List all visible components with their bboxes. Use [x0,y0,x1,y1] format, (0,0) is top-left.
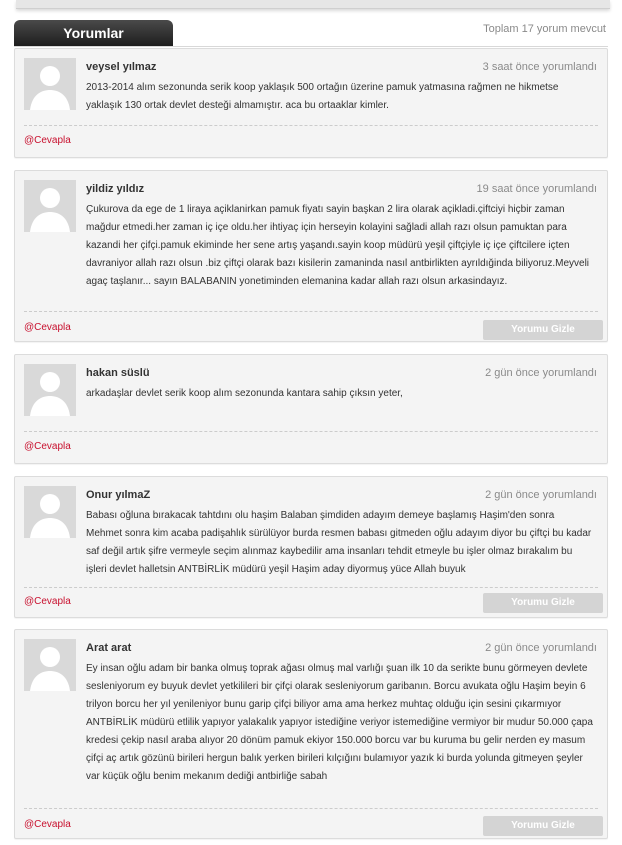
comment-text: arkadaşlar devlet serik koop alım sezonu… [86,388,403,399]
comments-title: Yorumlar [63,25,124,41]
user-placeholder-icon [24,639,76,691]
comment-card: hakan süslü 2 gün önce yorumlandı arkada… [14,354,608,464]
user-placeholder-icon [24,486,76,538]
comment-author: yildiz yıldız [86,183,145,195]
comment-divider [24,808,598,809]
comment-divider [24,587,598,588]
comment-time: 2 gün önce yorumlandı [485,642,597,654]
comment-author: Onur yılmaZ [86,489,151,501]
avatar [24,180,76,232]
hide-comment-button[interactable]: Yorumu Gizle [483,593,603,613]
comment-text: 2013-2014 alım sezonunda serik koop yakl… [86,82,559,111]
comment-text: Ey insan oğlu adam bir banka olmuş topra… [86,663,593,782]
comment-time: 2 gün önce yorumlandı [485,367,597,379]
reply-link[interactable]: @Cevapla [24,819,71,830]
avatar [24,364,76,416]
top-panel-edge [16,0,610,9]
header-divider [14,46,608,47]
user-placeholder-icon [24,58,76,110]
hide-comment-button[interactable]: Yorumu Gizle [483,816,603,836]
reply-link[interactable]: @Cevapla [24,596,71,607]
comment-time: 2 gün önce yorumlandı [485,489,597,501]
comment-author: hakan süslü [86,367,150,379]
user-placeholder-icon [24,180,76,232]
comment-time: 3 saat önce yorumlandı [482,61,597,73]
comment-card: veysel yılmaz 3 saat önce yorumlandı 201… [14,48,608,158]
comment-author: veysel yılmaz [86,61,157,73]
avatar [24,639,76,691]
comment-total-count: Toplam 17 yorum mevcut [483,23,606,35]
hide-comment-button[interactable]: Yorumu Gizle [483,320,603,340]
reply-link[interactable]: @Cevapla [24,322,71,333]
comment-divider [24,125,598,126]
comment-author: Arat arat [86,642,132,654]
user-placeholder-icon [24,364,76,416]
comment-divider [24,431,598,432]
avatar [24,486,76,538]
reply-link[interactable]: @Cevapla [24,441,71,452]
comment-text: Babası oğluna bırakacak tahtdını olu haş… [86,510,592,575]
comment-card: yildiz yıldız 19 saat önce yorumlandı Çu… [14,170,608,342]
comment-divider [24,311,598,312]
avatar [24,58,76,110]
comment-card: Onur yılmaZ 2 gün önce yorumlandı Babası… [14,476,608,618]
reply-link[interactable]: @Cevapla [24,135,71,146]
comment-card: Arat arat 2 gün önce yorumlandı Ey insan… [14,629,608,839]
comment-text: Çukurova da ege de 1 liraya açiklanirkan… [86,204,590,287]
comments-header-tab: Yorumlar [14,20,173,47]
comment-time: 19 saat önce yorumlandı [476,183,597,195]
